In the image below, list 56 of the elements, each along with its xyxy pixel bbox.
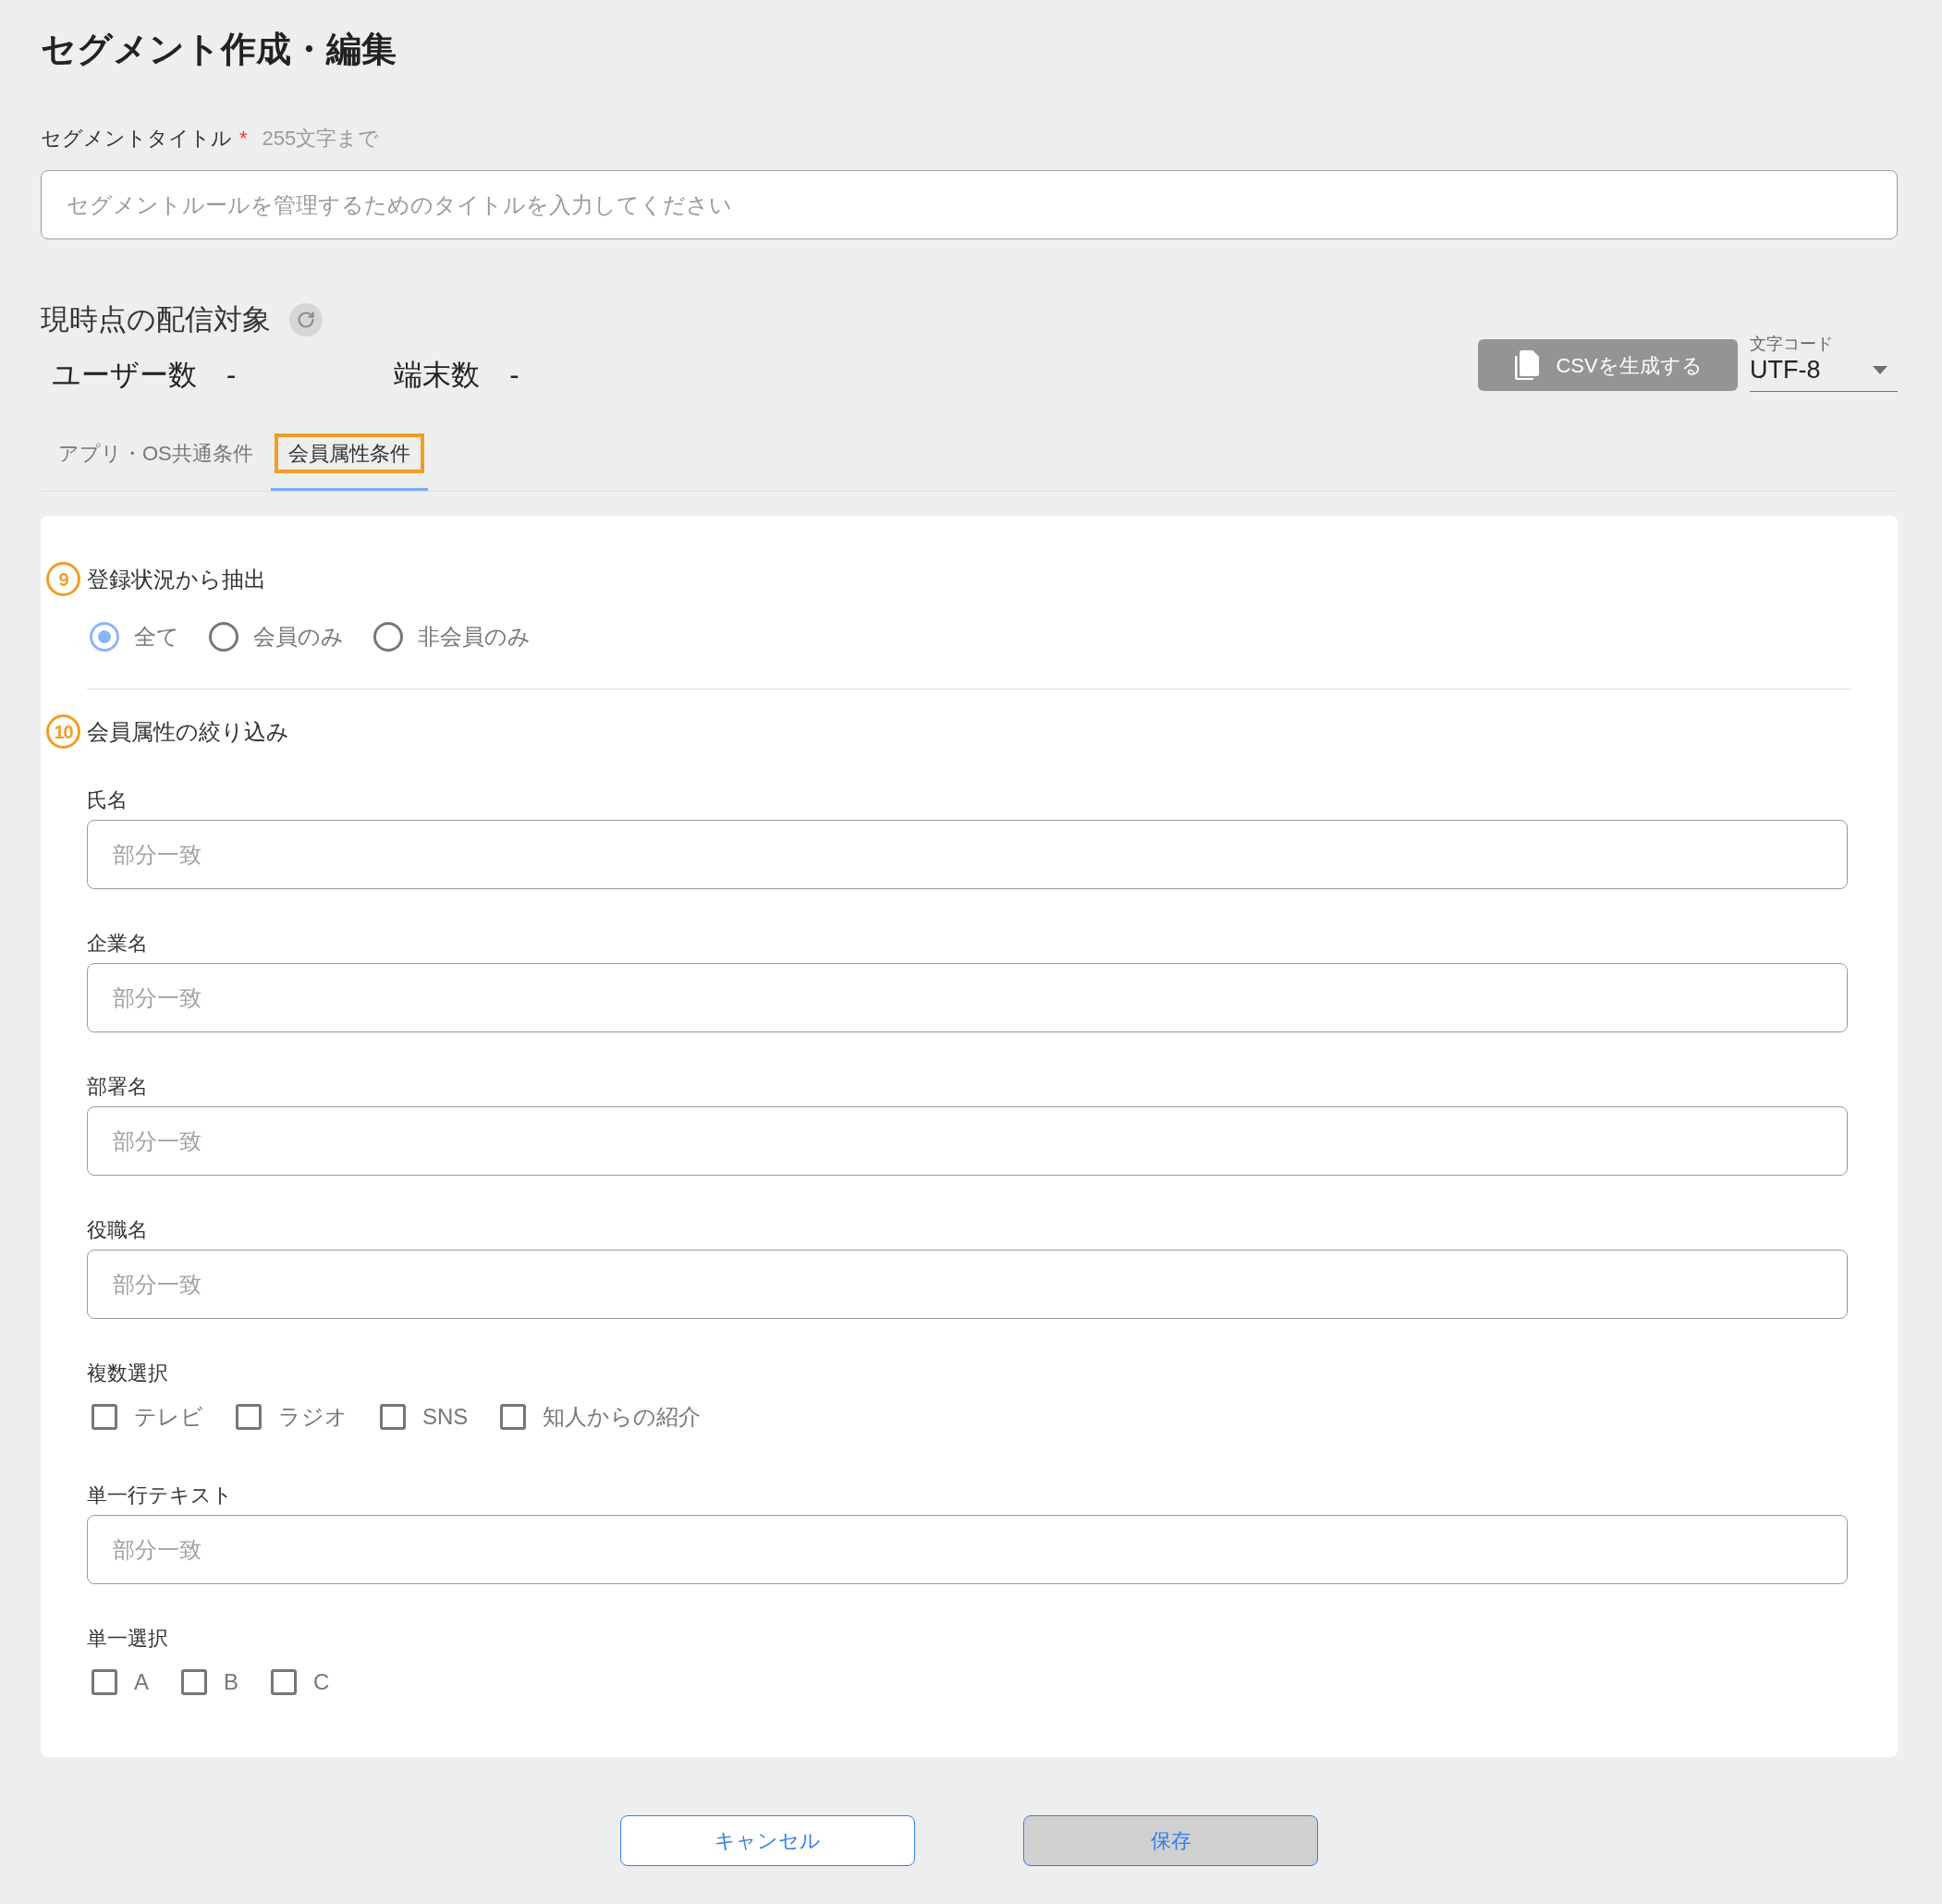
option-label: C [313, 1668, 330, 1696]
radio-button[interactable] [209, 622, 238, 652]
checkbox[interactable] [500, 1404, 527, 1430]
refresh-icon [297, 311, 315, 329]
checkbox[interactable] [92, 1404, 117, 1430]
option-label: ラジオ [278, 1403, 348, 1431]
option-label: A [134, 1668, 149, 1696]
checkbox[interactable] [92, 1669, 117, 1695]
field-label: 役職名 [87, 1217, 149, 1243]
text-input[interactable]: 部分一致 [87, 820, 1848, 889]
radio-button[interactable] [90, 622, 119, 652]
tab[interactable]: アプリ・OS共通条件 [41, 430, 271, 491]
cancel-button[interactable]: キャンセル [620, 1815, 915, 1866]
text-input[interactable]: 部分一致 [87, 1250, 1848, 1319]
section-title: 会員属性の絞り込み [87, 717, 289, 746]
checkbox[interactable] [236, 1404, 262, 1430]
count-label: 端末数 [394, 358, 481, 393]
document-icon [1513, 349, 1541, 381]
encoding-select[interactable]: 文字コード UTF-8 [1750, 335, 1898, 392]
field-label: 氏名 [87, 787, 128, 813]
step-number-badge: 9 [46, 562, 80, 596]
count-label: ユーザー数 [52, 358, 197, 393]
select-label: 文字コード [1750, 335, 1834, 353]
title-input[interactable]: セグメントルールを管理するためのタイトルを入力してください [41, 170, 1898, 239]
page-title: セグメント作成・編集 [41, 29, 397, 70]
text-input[interactable]: 部分一致 [87, 963, 1848, 1032]
step-number-badge: 10 [46, 714, 80, 749]
field-label: 複数選択 [87, 1361, 169, 1386]
select-value: UTF-8 [1750, 355, 1821, 384]
field-label: セグメントタイトル [41, 126, 232, 152]
field-label: 部署名 [87, 1074, 149, 1100]
required-mark: * [239, 126, 248, 152]
checkbox[interactable] [271, 1669, 298, 1695]
option-label: 非会員のみ [418, 623, 531, 651]
field-label: 単一行テキスト [87, 1483, 234, 1508]
caret-down-icon [1873, 365, 1887, 374]
section-title: 登録状況から抽出 [87, 565, 266, 593]
field-label: 単一選択 [87, 1626, 169, 1652]
count-value: - [509, 358, 519, 393]
text-input[interactable]: 部分一致 [87, 1106, 1848, 1176]
option-label: テレビ [134, 1403, 203, 1431]
option-label: 全て [134, 623, 179, 651]
tab[interactable]: 会員属性条件 [270, 430, 428, 491]
radio-button[interactable] [373, 622, 403, 652]
refresh-button[interactable] [289, 303, 323, 336]
checkbox[interactable] [181, 1669, 207, 1695]
option-label: SNS [422, 1403, 469, 1431]
length-hint: 255文字まで [262, 126, 380, 152]
field-label: 企業名 [87, 931, 149, 957]
option-label: B [224, 1668, 239, 1696]
option-label: 会員のみ [253, 623, 344, 651]
text-input[interactable]: 部分一致 [87, 1515, 1848, 1584]
count-value: - [226, 358, 237, 393]
section-heading: 現時点の配信対象 [41, 302, 271, 337]
checkbox[interactable] [380, 1404, 406, 1430]
option-label: 知人からの紹介 [543, 1403, 702, 1431]
